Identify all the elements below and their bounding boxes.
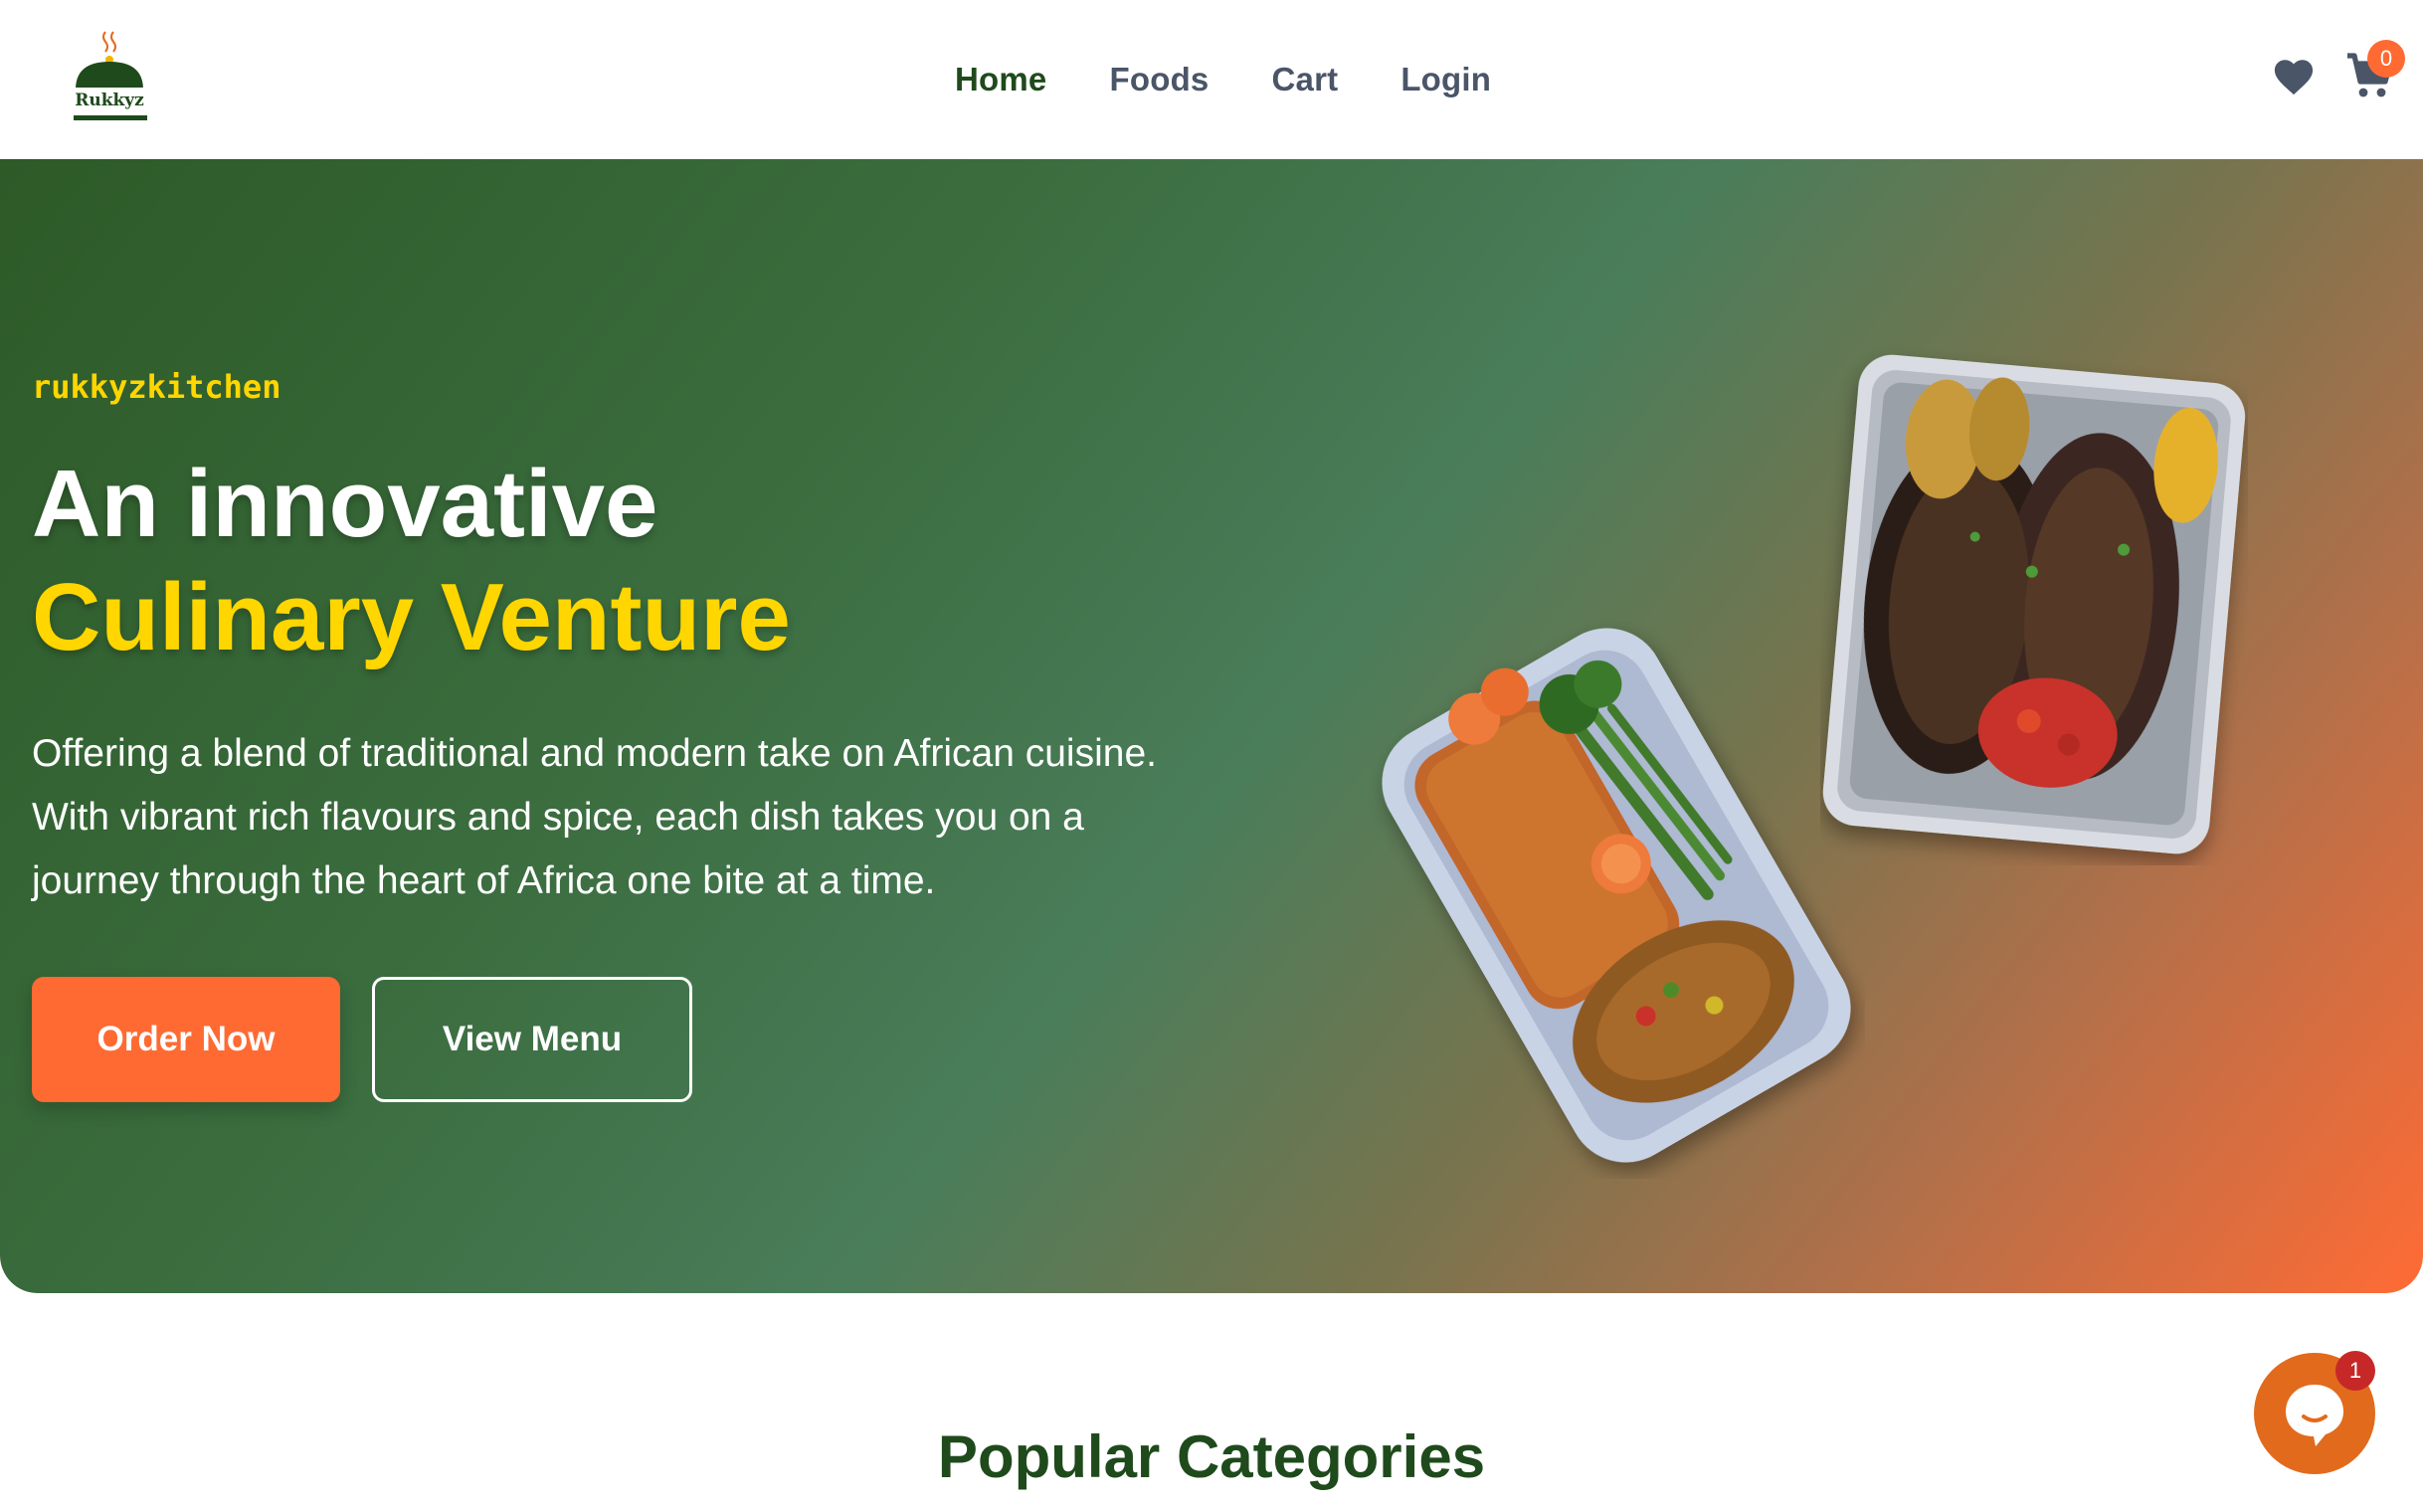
nav-foods[interactable]: Foods	[1110, 52, 1210, 107]
brand-tag: rukkyzkitchen	[32, 368, 281, 406]
view-menu-button[interactable]: View Menu	[372, 977, 692, 1102]
logo-text: Rukkyz	[75, 91, 144, 110]
headline-line-2: Culinary Venture	[32, 564, 791, 670]
hero-description: Offering a blend of traditional and mode…	[32, 732, 1157, 902]
heart-icon[interactable]	[2272, 57, 2316, 96]
popular-categories-title: Popular Categories	[937, 1423, 1486, 1490]
grilled-fish-tray-image	[1822, 354, 2246, 854]
chat-icon	[2286, 1385, 2343, 1446]
headline-line-1: An innovative	[32, 451, 658, 557]
site-header: Rukkyz Home Foods Cart Login 0	[0, 0, 2423, 159]
cart-count-badge: 0	[2367, 40, 2405, 78]
chat-notification-badge: 1	[2335, 1351, 2375, 1391]
nav-cart[interactable]: Cart	[1271, 52, 1338, 107]
order-now-button[interactable]: Order Now	[32, 977, 340, 1102]
hero-headline: An innovative Culinary Venture	[32, 448, 791, 674]
logo-icon[interactable]: Rukkyz	[66, 30, 155, 129]
jollof-rice-dish-image	[1382, 628, 1851, 1163]
hero-section: rukkyzkitchen An innovative Culinary Ven…	[0, 159, 2423, 1293]
nav-home[interactable]: Home	[955, 52, 1047, 107]
nav-login[interactable]: Login	[1400, 52, 1491, 107]
main-nav: Home Foods Cart Login	[955, 52, 1491, 107]
